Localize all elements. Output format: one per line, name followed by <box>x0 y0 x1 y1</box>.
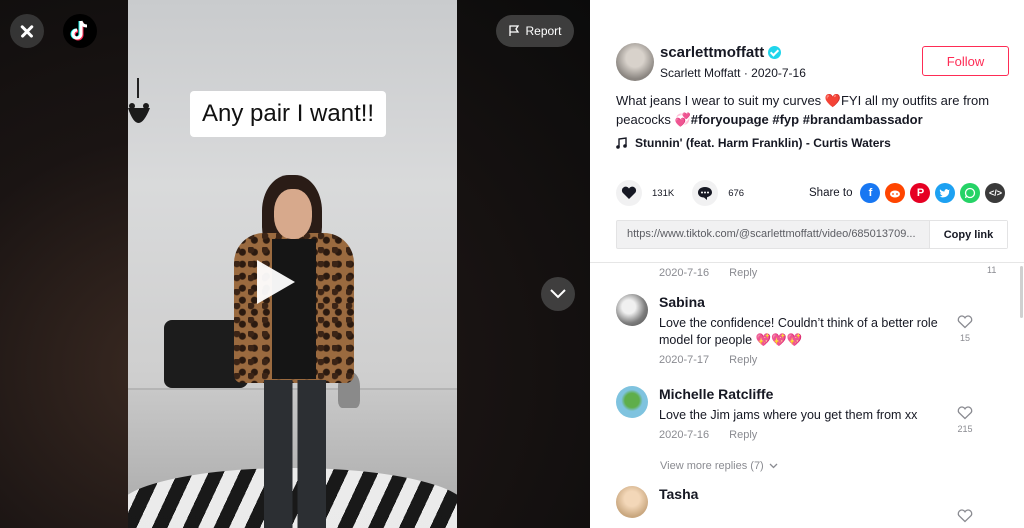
twitter-icon[interactable] <box>935 183 956 203</box>
comments-scrollbar[interactable] <box>1020 266 1023 318</box>
comment-like-count: 215 <box>957 424 973 434</box>
comment-meta: 2020-7-17 Reply <box>659 354 969 366</box>
close-button[interactable] <box>10 14 44 48</box>
person-figure <box>224 175 364 528</box>
heart-outline-icon <box>957 406 973 420</box>
facebook-icon[interactable]: f <box>860 183 881 203</box>
video-caption-overlay: Any pair I want!! <box>190 91 387 137</box>
whatsapp-icon[interactable] <box>960 183 981 203</box>
author-info[interactable]: scarlettmoffatt Scarlett Moffatt · 2020-… <box>616 43 806 81</box>
author-display-name: Scarlett Moffatt <box>660 66 741 80</box>
embed-icon[interactable]: </> <box>985 183 1006 203</box>
video-link-box: https://www.tiktok.com/@scarlettmoffatt/… <box>616 220 1008 249</box>
commenter-avatar[interactable] <box>616 486 648 518</box>
comment-count: 676 <box>728 187 745 199</box>
author-avatar[interactable] <box>616 43 654 81</box>
heart-icon <box>621 186 637 199</box>
comment-item: Sabina Love the confidence! Couldn’t thi… <box>616 294 969 366</box>
comment-meta: 2020-7-16 Reply <box>659 267 757 279</box>
report-label: Report <box>525 24 562 38</box>
comment-date: 2020-7-17 <box>659 354 710 366</box>
view-more-replies-button[interactable]: View more replies (7) <box>660 460 778 472</box>
chevron-down-icon <box>550 289 566 299</box>
music-note-icon <box>616 137 627 149</box>
next-video-button[interactable] <box>541 277 575 311</box>
commenter-name[interactable]: Michelle Ratcliffe <box>659 386 969 402</box>
engagement-actions: 131K 676 <box>616 180 762 206</box>
like-button[interactable]: 131K <box>616 180 674 206</box>
author-subline: Scarlett Moffatt · 2020-7-16 <box>660 66 806 80</box>
verified-badge-icon <box>768 46 782 59</box>
comment-meta: 2020-7-16 Reply <box>659 429 969 441</box>
music-title: Stunnin' (feat. Harm Franklin) - Curtis … <box>635 136 891 150</box>
comment-item: Tasha <box>616 486 969 518</box>
video-description: What jeans I wear to suit my curves ❤️FY… <box>616 93 990 127</box>
comment-text: Love the Jim jams where you get them fro… <box>659 408 918 422</box>
flag-icon <box>509 25 520 36</box>
hashtag-link[interactable]: #fyp <box>772 112 799 127</box>
pink-heart-emoji-icon: 💞 <box>674 112 691 127</box>
reddit-icon[interactable] <box>885 183 906 203</box>
copy-link-button[interactable]: Copy link <box>929 221 1007 248</box>
chandelier-decor <box>128 78 150 123</box>
tiktok-logo-icon[interactable] <box>63 14 97 48</box>
video-link-url[interactable]: https://www.tiktok.com/@scarlettmoffatt/… <box>617 221 929 248</box>
comment-like-button[interactable] <box>954 509 976 523</box>
red-heart-emoji-icon: ❤️ <box>824 93 841 108</box>
tiktok-video-viewer: Any pair I want!! Report scarlettmoffatt… <box>0 0 1024 528</box>
comment-like-button[interactable]: 15 <box>954 315 976 343</box>
play-icon[interactable] <box>257 260 295 304</box>
chevron-down-icon <box>769 463 778 469</box>
reply-button[interactable]: Reply <box>729 267 757 279</box>
post-date: 2020-7-16 <box>751 66 806 80</box>
commenter-avatar[interactable] <box>616 386 648 418</box>
author-handle[interactable]: scarlettmoffatt <box>660 44 764 61</box>
comment-text: Love the confidence! Couldn’t think of a… <box>659 316 938 347</box>
comment-date: 2020-7-16 <box>659 429 710 441</box>
share-row: Share to f P </> <box>809 183 1006 203</box>
pinterest-icon[interactable]: P <box>910 183 931 203</box>
like-count: 131K <box>652 187 675 199</box>
comment-like-count: 15 <box>959 333 970 343</box>
commenter-name[interactable]: Sabina <box>659 294 969 310</box>
share-label: Share to <box>809 187 853 199</box>
follow-button[interactable]: Follow <box>922 46 1009 76</box>
heart-outline-icon <box>957 315 973 329</box>
music-link[interactable]: Stunnin' (feat. Harm Franklin) - Curtis … <box>616 136 891 150</box>
reply-button[interactable]: Reply <box>729 354 757 366</box>
report-button[interactable]: Report <box>496 15 574 47</box>
comment-like-count: 11 <box>987 265 997 275</box>
hashtag-link[interactable]: #foryoupage <box>691 112 769 127</box>
heart-outline-icon <box>957 509 973 523</box>
video-area[interactable]: Any pair I want!! Report <box>0 0 590 528</box>
comment-item: Michelle Ratcliffe Love the Jim jams whe… <box>616 386 969 441</box>
details-panel: scarlettmoffatt Scarlett Moffatt · 2020-… <box>590 0 1024 528</box>
comments-list[interactable]: 2020-7-16 Reply 11 Sabina Love the confi… <box>590 262 1024 528</box>
hashtag-link[interactable]: #brandambassador <box>803 112 923 127</box>
reply-button[interactable]: Reply <box>729 429 757 441</box>
comment-like-button[interactable]: 215 <box>954 406 976 434</box>
commenter-name[interactable]: Tasha <box>659 486 969 502</box>
comment-icon <box>698 186 713 200</box>
comment-date: 2020-7-16 <box>659 267 710 279</box>
commenter-avatar[interactable] <box>616 294 648 326</box>
comment-button[interactable]: 676 <box>692 180 744 206</box>
